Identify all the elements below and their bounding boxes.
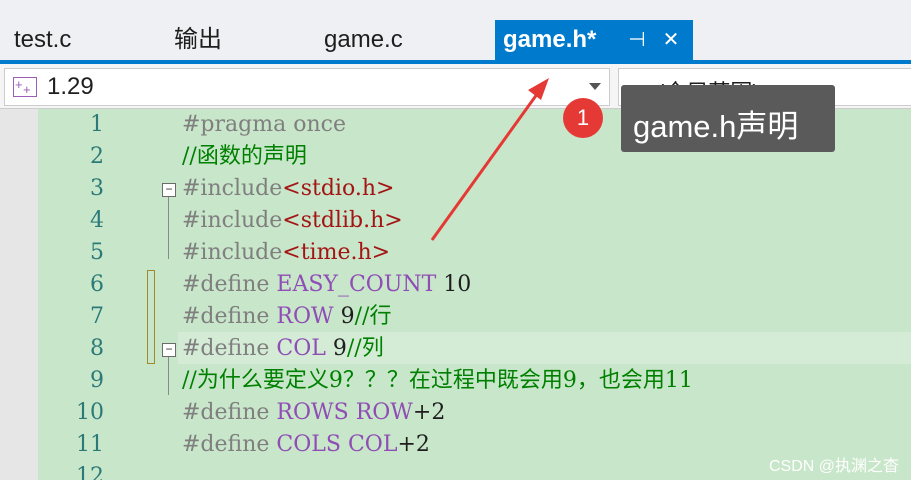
annotation-tooltip: game.h声明 [621,85,835,152]
step-badge: 1 [563,98,603,138]
arrow-head [528,78,549,100]
watermark: CSDN @执渊之杳 [768,458,899,475]
tooltip-text: game.h声明 [633,109,799,144]
arrow-annotation [430,78,549,241]
arrow-line [430,89,542,241]
